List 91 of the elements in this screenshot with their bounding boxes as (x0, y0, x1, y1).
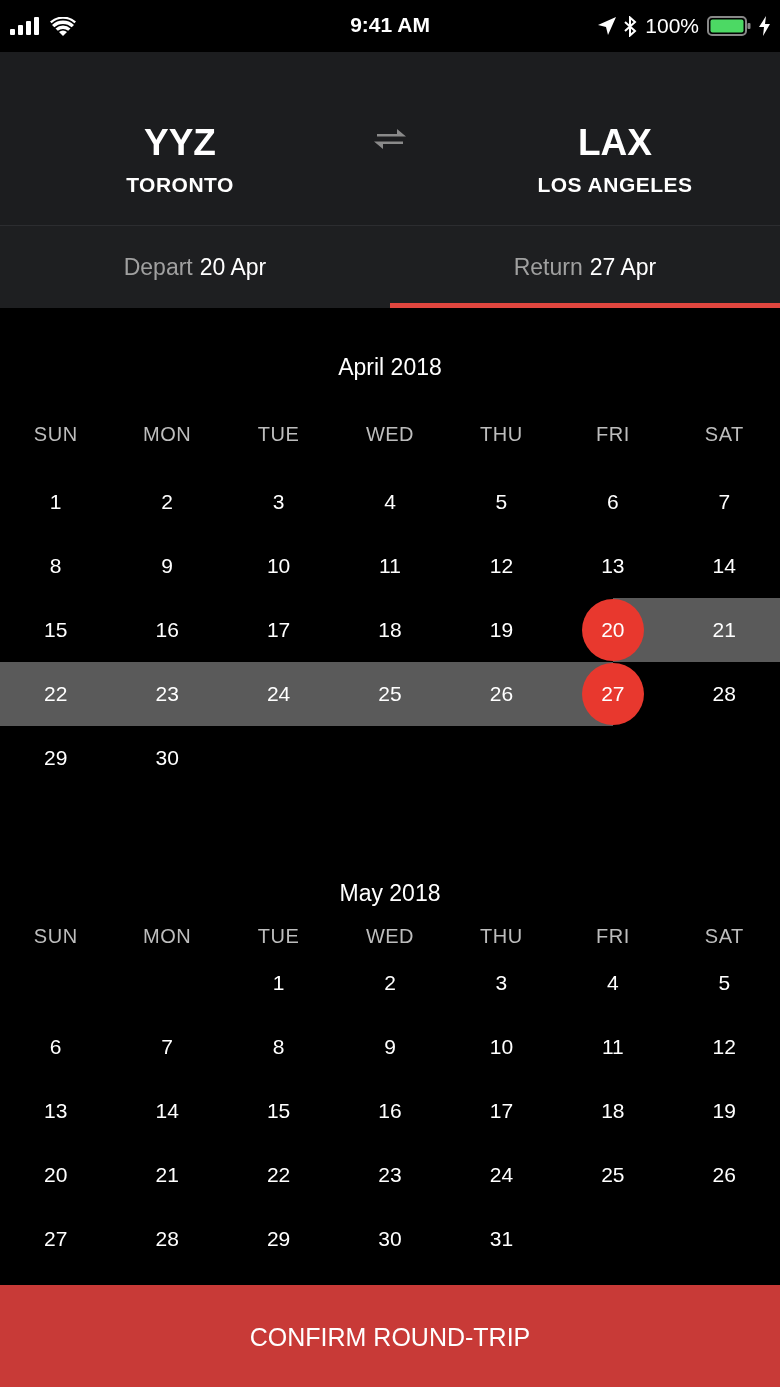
calendar-day[interactable]: 8 (0, 534, 112, 598)
calendar-day[interactable]: 30 (334, 1207, 446, 1271)
weekday-label: MON (142, 924, 193, 949)
calendar-day[interactable]: 7 (111, 1015, 223, 1079)
calendar-day[interactable]: 10 (445, 1015, 558, 1079)
calendar-day[interactable]: 27 (0, 1207, 112, 1271)
weekday-label: TUE (256, 924, 301, 949)
calendar-day[interactable]: 14 (668, 534, 780, 598)
calendar-day[interactable]: 4 (557, 951, 669, 1015)
weekday-label: THU (479, 422, 524, 447)
calendar-day[interactable]: 1 (0, 470, 112, 534)
calendar-day[interactable]: 17 (445, 1079, 558, 1143)
calendar-day[interactable]: 2 (111, 470, 223, 534)
calendar-day[interactable]: 5 (668, 951, 780, 1015)
confirm-button[interactable]: CONFIRM ROUND-TRIP (0, 1285, 780, 1387)
calendar-day[interactable]: 28 (668, 662, 780, 726)
calendar-day[interactable]: 13 (0, 1079, 112, 1143)
calendar-day[interactable]: 14 (111, 1079, 223, 1143)
date-tab[interactable]: Depart 20 Apr (0, 226, 390, 308)
calendar-day[interactable]: 3 (445, 951, 558, 1015)
calendar-day[interactable]: 23 (334, 1143, 446, 1207)
calendar-day[interactable]: 15 (222, 1079, 335, 1143)
weekday-label: MON (142, 422, 193, 447)
location-arrow-icon (598, 17, 617, 35)
calendar-day[interactable]: 22 (0, 662, 112, 726)
status-time: 9:41 AM (350, 13, 430, 37)
wifi-icon (50, 16, 76, 36)
weekday-label: SAT (703, 422, 745, 447)
weekday-label: FRI (595, 924, 631, 949)
weekday-label: SAT (703, 924, 745, 949)
calendar-day[interactable]: 12 (668, 1015, 780, 1079)
date-tab[interactable]: Return 27 Apr (390, 226, 780, 308)
calendar-day[interactable]: 30 (111, 726, 223, 790)
airport-code: YYZ (144, 122, 216, 164)
calendar-day[interactable]: 29 (222, 1207, 335, 1271)
calendar-day[interactable]: 23 (111, 662, 223, 726)
calendar-day[interactable]: 26 (668, 1143, 780, 1207)
calendar-day[interactable]: 10 (222, 534, 335, 598)
airport-code: LAX (578, 122, 652, 164)
weekday-label: THU (479, 924, 524, 949)
calendar-day[interactable]: 6 (0, 1015, 112, 1079)
calendar-day[interactable]: 20 (0, 1143, 112, 1207)
calendar-day[interactable]: 21 (111, 1143, 223, 1207)
weekday-label: SUN (32, 422, 79, 447)
calendar-day[interactable]: 6 (557, 470, 669, 534)
city-name: LOS ANGELES (537, 172, 693, 198)
calendar-day[interactable]: 29 (0, 726, 112, 790)
calendar-day[interactable]: 9 (334, 1015, 446, 1079)
calendar-day[interactable]: 2 (334, 951, 446, 1015)
calendar-day[interactable]: 24 (445, 1143, 558, 1207)
weekday-label: WED (364, 422, 416, 447)
calendar-day[interactable]: 17 (222, 598, 335, 662)
calendar-day[interactable]: 31 (445, 1207, 558, 1271)
calendar-day[interactable]: 9 (111, 534, 223, 598)
calendar-day[interactable]: 4 (334, 470, 446, 534)
battery-percent: 100% (645, 14, 699, 38)
month-title: May 2018 (338, 879, 442, 908)
calendar-day[interactable]: 19 (445, 598, 558, 662)
calendar-day[interactable]: 22 (222, 1143, 335, 1207)
calendar-day[interactable]: 16 (334, 1079, 446, 1143)
signal-icon (10, 17, 42, 35)
weekday-label: WED (364, 924, 416, 949)
calendar-day[interactable]: 11 (334, 534, 446, 598)
bluetooth-icon (624, 15, 638, 37)
month-title: April 2018 (337, 353, 443, 382)
calendar-day[interactable]: 7 (668, 470, 780, 534)
calendar-day[interactable]: 26 (445, 662, 558, 726)
calendar-day[interactable]: 11 (557, 1015, 669, 1079)
weekday-label: FRI (595, 422, 631, 447)
calendar-day[interactable]: 13 (557, 534, 669, 598)
battery-icon (707, 16, 751, 36)
calendar-day[interactable]: 15 (0, 598, 112, 662)
calendar-day[interactable]: 12 (445, 534, 558, 598)
calendar-day[interactable]: 25 (557, 1143, 669, 1207)
selected-day[interactable]: 20 (581, 599, 644, 661)
city-name: TORONTO (126, 172, 234, 198)
calendar-day[interactable]: 3 (222, 470, 335, 534)
calendar-day[interactable]: 18 (557, 1079, 669, 1143)
calendar-day[interactable]: 18 (334, 598, 446, 662)
weekday-label: TUE (256, 422, 301, 447)
weekday-label: SUN (32, 924, 79, 949)
calendar-day[interactable]: 21 (668, 598, 780, 662)
calendar-day[interactable]: 1 (222, 951, 335, 1015)
calendar-day[interactable]: 5 (445, 470, 558, 534)
calendar-day[interactable]: 28 (111, 1207, 223, 1271)
calendar-day[interactable]: 24 (222, 662, 335, 726)
calendar-day[interactable]: 25 (334, 662, 446, 726)
charging-icon (759, 16, 770, 36)
calendar-day[interactable]: 19 (668, 1079, 780, 1143)
calendar-day[interactable]: 8 (222, 1015, 335, 1079)
calendar-day[interactable]: 16 (111, 598, 223, 662)
